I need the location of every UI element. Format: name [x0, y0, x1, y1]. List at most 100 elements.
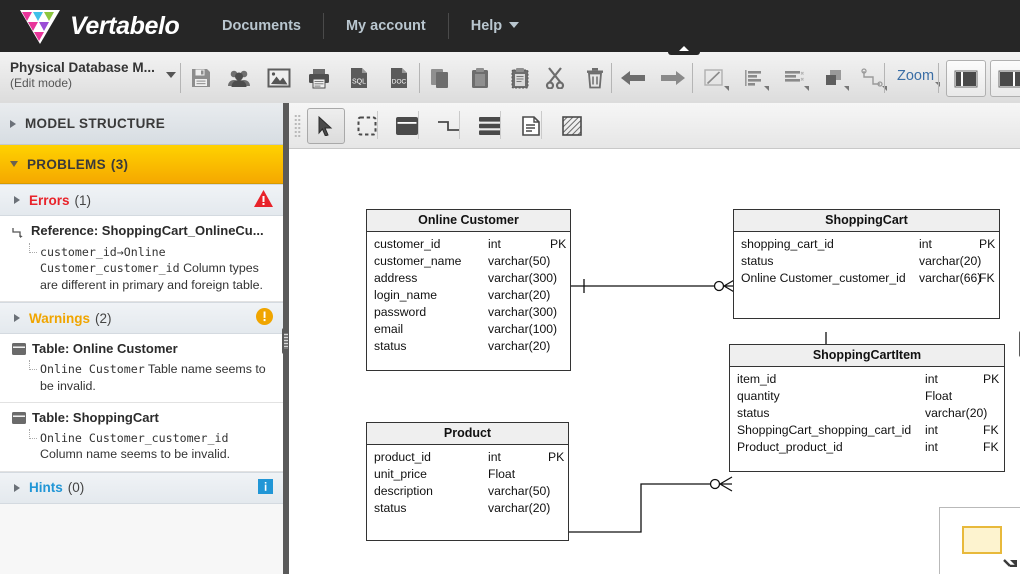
distribute-button[interactable]: [777, 62, 811, 94]
toolbar-divider: [611, 63, 612, 93]
minimap[interactable]: [939, 507, 1020, 574]
column-type: Float: [488, 467, 516, 481]
save-button[interactable]: [184, 62, 218, 94]
hints-label: Hints: [29, 480, 63, 496]
problem-item[interactable]: Table: ShoppingCart Online Customer_cust…: [0, 402, 283, 472]
new-view-tool[interactable]: [471, 108, 509, 144]
print-button[interactable]: [302, 62, 336, 94]
chevron-up-icon: [679, 46, 689, 51]
delete-button[interactable]: [578, 62, 612, 94]
toggle-left-panel-button[interactable]: [946, 60, 986, 97]
diagram-toolbar-divider: [541, 111, 542, 139]
problem-item-code: customer_id→Online Customer_customer_id: [40, 245, 180, 276]
collapse-toolbar-button[interactable]: [668, 44, 700, 55]
chevron-right-icon: [14, 314, 20, 323]
column-name: email: [374, 322, 404, 336]
toolbar-divider: [180, 63, 181, 93]
top-navigation-bar: Vertabelo Documents My account Help: [0, 0, 1020, 52]
table-product[interactable]: Product product_id int PK unit_price Float …: [366, 422, 569, 541]
top-nav-items: Documents My account Help: [200, 0, 541, 52]
table-columns: customer_id int PK customer_name varchar(50…: [367, 232, 570, 370]
warnings-count: (2): [95, 310, 112, 326]
toggle-right-panel-button[interactable]: [990, 60, 1020, 97]
generate-sql-button[interactable]: SQL: [342, 62, 376, 94]
problem-item-title: Table: ShoppingCart: [32, 409, 159, 425]
sidebar-group-hints[interactable]: Hints (0): [0, 471, 283, 504]
zoom-button[interactable]: Zoom: [891, 64, 941, 88]
nav-item-help[interactable]: Help: [449, 0, 541, 52]
column-type: int: [919, 237, 932, 251]
svg-text:SQL: SQL: [352, 79, 366, 86]
table-row: ShoppingCart_shopping_cart_id int FK: [737, 423, 999, 440]
table-row: password varchar(300): [374, 305, 563, 322]
sidebar-group-errors[interactable]: Errors (1): [0, 184, 283, 216]
problem-item-body: Online Customer Table name seems to be i…: [28, 360, 273, 394]
problem-item-title: Reference: ShoppingCart_OnlineCu...: [31, 223, 264, 238]
table-row: status varchar(20): [374, 339, 563, 356]
column-type: varchar(50): [488, 484, 551, 498]
redo-button[interactable]: [656, 62, 690, 94]
brand-logo[interactable]: Vertabelo: [18, 6, 180, 46]
copy-button[interactable]: [423, 62, 457, 94]
paste-button[interactable]: [463, 62, 497, 94]
table-row: shopping_cart_id int PK: [741, 237, 995, 254]
marquee-select-tool[interactable]: [348, 108, 386, 144]
table-row: email varchar(100): [374, 322, 563, 339]
cut-button[interactable]: [538, 62, 572, 94]
document-title-block[interactable]: Physical Database M... (Edit mode): [10, 60, 160, 90]
paste-special-button[interactable]: [503, 62, 537, 94]
table-online-customer[interactable]: Online Customer customer_id int PK custome…: [366, 209, 571, 371]
table-row: address varchar(300): [374, 271, 563, 288]
table-columns: shopping_cart_id int PK status varchar(20) …: [734, 232, 999, 318]
minimap-viewport-rect[interactable]: [962, 526, 1002, 554]
diagram-canvas[interactable]: Online Customer customer_id int PK custome…: [289, 149, 1020, 574]
table-shoppingcart[interactable]: ShoppingCart shopping_cart_id int PK statu…: [733, 209, 1000, 319]
align-left-button[interactable]: [737, 62, 771, 94]
column-name: customer_name: [374, 254, 462, 268]
column-name: status: [737, 406, 770, 420]
zoom-label: Zoom: [897, 68, 935, 84]
new-table-tool[interactable]: [388, 108, 426, 144]
column-name: quantity: [737, 389, 780, 403]
nav-item-my-account[interactable]: My account: [324, 0, 448, 52]
select-tool[interactable]: [307, 108, 345, 144]
generate-doc-button[interactable]: DOC: [382, 62, 416, 94]
problem-item-code: Online Customer: [40, 362, 145, 377]
table-shoppingcartitem[interactable]: ShoppingCartItem item_id int PK quantity Fl…: [729, 344, 1005, 472]
table-row: product_id int PK: [374, 450, 564, 467]
table-icon: [12, 411, 26, 427]
table-row: description varchar(50): [374, 484, 561, 501]
column-name: customer_id: [374, 237, 441, 251]
problem-item[interactable]: Table: Online Customer Online Customer T…: [0, 334, 283, 403]
line-style-button[interactable]: [697, 62, 731, 94]
diagram-toolbar-grip-icon[interactable]: [294, 114, 301, 137]
document-mode: (Edit mode): [10, 76, 73, 90]
export-image-button[interactable]: [262, 62, 296, 94]
diagram-toolbar: [289, 103, 1020, 149]
column-type: int: [488, 450, 501, 464]
errors-label: Errors: [29, 192, 70, 208]
undo-button[interactable]: [616, 62, 650, 94]
sidebar-section-model-structure[interactable]: MODEL STRUCTURE: [0, 103, 283, 145]
sidebar-section-problems[interactable]: PROBLEMS (3): [0, 145, 283, 184]
table-name: Product: [367, 423, 568, 445]
sidebar-group-warnings[interactable]: Warnings (2): [0, 302, 283, 335]
new-area-tool[interactable]: [553, 108, 591, 144]
column-type: int: [925, 372, 938, 386]
document-menu-chevron-down-icon[interactable]: [166, 72, 176, 78]
resize-grip-icon[interactable]: [1001, 551, 1018, 572]
arrange-button[interactable]: [817, 62, 851, 94]
column-name: description: [374, 484, 433, 498]
problem-item[interactable]: Reference: ShoppingCart_OnlineCu... cust…: [0, 216, 283, 303]
diagram-toolbar-divider: [500, 111, 501, 139]
chevron-right-icon: [14, 196, 20, 204]
new-note-tool[interactable]: [512, 108, 550, 144]
table-row: item_id int PK: [737, 372, 999, 389]
error-severity-icon: [254, 190, 273, 210]
share-button[interactable]: [222, 62, 256, 94]
table-row: quantity Float: [737, 389, 997, 406]
column-name: item_id: [737, 372, 777, 386]
nav-item-documents[interactable]: Documents: [200, 0, 323, 52]
new-reference-tool[interactable]: [430, 108, 468, 144]
errors-count: (1): [74, 192, 92, 208]
